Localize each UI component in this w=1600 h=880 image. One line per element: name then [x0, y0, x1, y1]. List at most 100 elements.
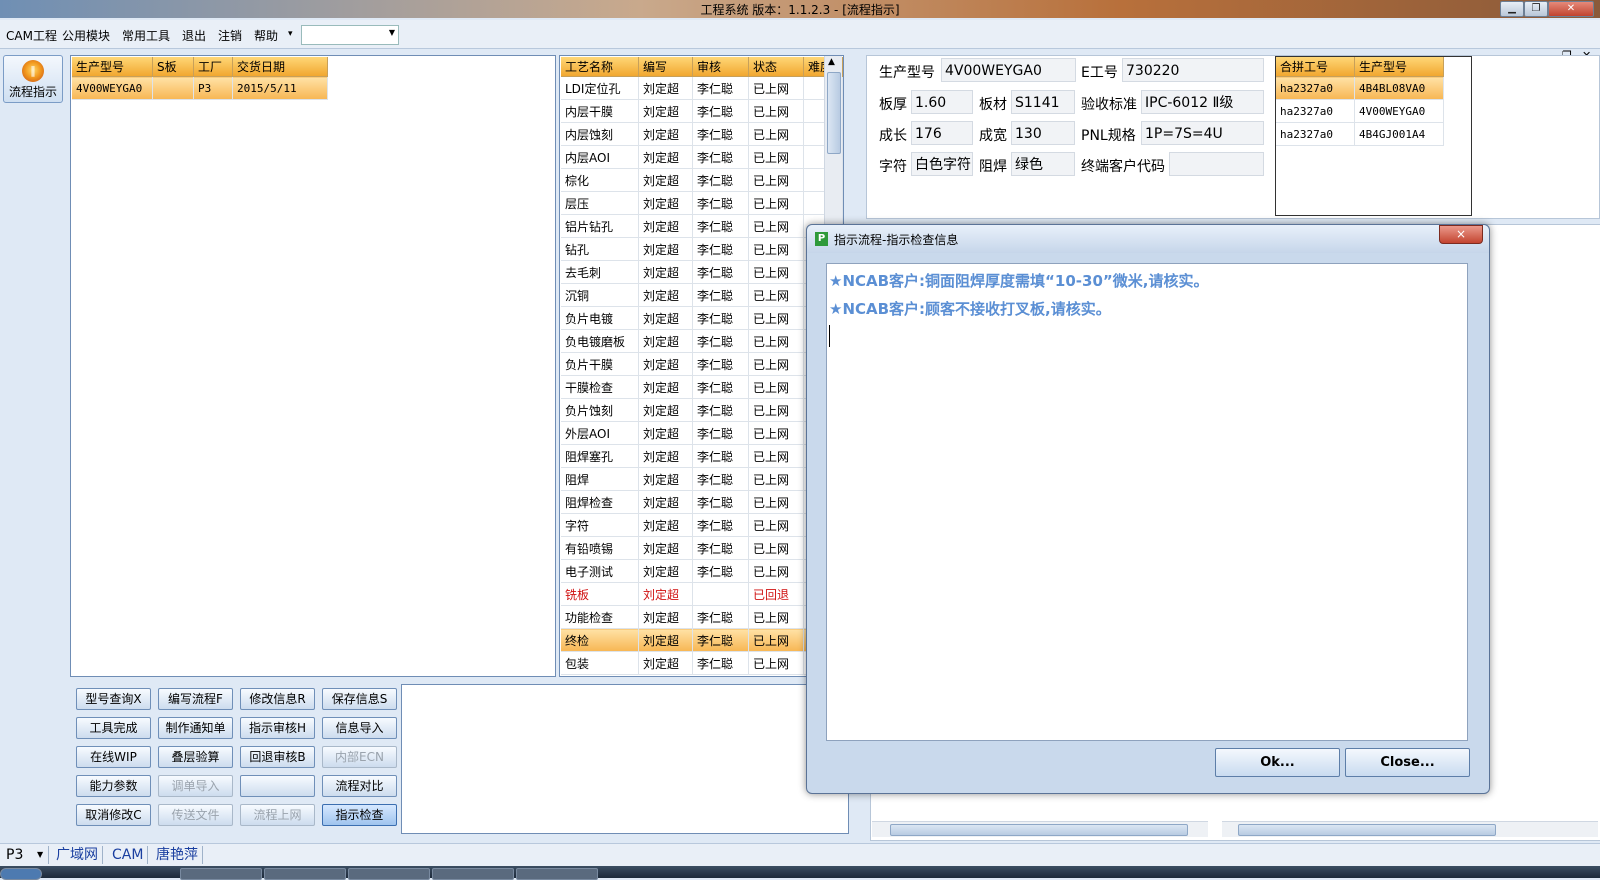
- minimize-icon[interactable]: ▁: [1500, 1, 1524, 17]
- process-row[interactable]: 负电镀磨板 刘定超 李仁聪 已上网: [561, 329, 843, 353]
- process-col-name[interactable]: 工艺名称: [561, 57, 639, 77]
- action-button[interactable]: 型号查询X: [76, 688, 151, 710]
- order-col-delivery-date[interactable]: 交货日期: [232, 57, 328, 77]
- menu-exit[interactable]: 退出: [182, 27, 206, 44]
- standard-field[interactable]: IPC-6012 Ⅱ级: [1141, 90, 1264, 114]
- process-row[interactable]: 内层蚀刻 刘定超 李仁聪 已上网: [561, 122, 843, 146]
- order-col-factory[interactable]: 工厂: [193, 57, 233, 77]
- menu-help[interactable]: 帮助: [254, 27, 278, 44]
- process-row[interactable]: 沉铜 刘定超 李仁聪 已上网: [561, 283, 843, 307]
- process-row[interactable]: 功能检查 刘定超 李仁聪 已上网: [561, 605, 843, 629]
- combine-row[interactable]: ha2327a0 4B4BL08VA0: [1276, 76, 1444, 100]
- action-button[interactable]: 信息导入: [322, 717, 397, 739]
- process-col-status[interactable]: 状态: [748, 57, 804, 77]
- help-dropdown-icon[interactable]: ▾: [288, 29, 293, 39]
- process-row[interactable]: 负片蚀刻 刘定超 李仁聪 已上网: [561, 398, 843, 422]
- thickness-field[interactable]: 1.60: [911, 90, 973, 114]
- process-row[interactable]: 阻焊检查 刘定超 李仁聪 已上网: [561, 490, 843, 514]
- action-button[interactable]: 修改信息R: [240, 688, 315, 710]
- process-row[interactable]: 外层AOI 刘定超 李仁聪 已上网: [561, 421, 843, 445]
- action-button[interactable]: [240, 775, 315, 797]
- customer-field[interactable]: [1169, 152, 1264, 176]
- process-row[interactable]: 字符 刘定超 李仁聪 已上网: [561, 513, 843, 537]
- eno-field[interactable]: 730220: [1122, 58, 1264, 82]
- menu-common-module[interactable]: 公用模块: [62, 27, 110, 44]
- model-field[interactable]: 4V00WEYGA0: [941, 58, 1076, 82]
- action-button[interactable]: 保存信息S: [322, 688, 397, 710]
- char-field[interactable]: 白色字符: [911, 152, 973, 176]
- process-row[interactable]: 内层干膜 刘定超 李仁聪 已上网: [561, 99, 843, 123]
- action-button[interactable]: 取消修改C: [76, 804, 151, 826]
- action-button[interactable]: 内部ECN: [322, 746, 397, 768]
- action-button[interactable]: 传送文件: [158, 804, 233, 826]
- process-col-reviewer[interactable]: 审核: [692, 57, 749, 77]
- dialog-close-button[interactable]: ×: [1439, 225, 1483, 244]
- combine-row[interactable]: ha2327a0 4V00WEYGA0: [1276, 99, 1444, 123]
- process-row[interactable]: 阻焊塞孔 刘定超 李仁聪 已上网: [561, 444, 843, 468]
- order-col-model[interactable]: 生产型号: [72, 57, 153, 77]
- combine-row[interactable]: ha2327a0 4B4GJ001A4: [1276, 122, 1444, 146]
- mask-field[interactable]: 绿色: [1011, 152, 1075, 176]
- ok-button[interactable]: Ok...: [1215, 748, 1340, 777]
- scroll-thumb[interactable]: [890, 824, 1188, 836]
- taskbar-item[interactable]: [180, 868, 262, 880]
- action-button[interactable]: 指示检查: [322, 804, 397, 826]
- process-row[interactable]: 有铅喷锡 刘定超 李仁聪 已上网: [561, 536, 843, 560]
- process-row[interactable]: 层压 刘定超 李仁聪 已上网: [561, 191, 843, 215]
- process-row[interactable]: 钻孔 刘定超 李仁聪 已上网: [561, 237, 843, 261]
- material-field[interactable]: S1141: [1011, 90, 1075, 114]
- detail-hscrollbar-left[interactable]: [872, 821, 1208, 837]
- table-row[interactable]: 4V00WEYGA0 P3 2015/5/11: [72, 76, 328, 100]
- scroll-thumb[interactable]: [827, 72, 841, 154]
- action-button[interactable]: 制作通知单: [158, 717, 233, 739]
- check-message-textarea[interactable]: ★NCAB客户:铜面阻焊厚度需填“10-30”微米,请核实。 ★NCAB客户:顾…: [826, 263, 1468, 741]
- taskbar-item[interactable]: [264, 868, 346, 880]
- taskbar-item[interactable]: [348, 868, 430, 880]
- process-row[interactable]: 阻焊 刘定超 李仁聪 已上网: [561, 467, 843, 491]
- action-button[interactable]: 回退审核B: [240, 746, 315, 768]
- scroll-thumb[interactable]: [1238, 824, 1496, 836]
- action-button[interactable]: 能力参数: [76, 775, 151, 797]
- menu-common-tools[interactable]: 常用工具: [122, 27, 170, 44]
- action-button[interactable]: 指示审核H: [240, 717, 315, 739]
- process-row[interactable]: 终检 刘定超 李仁聪 已上网: [561, 628, 843, 652]
- taskbar-item[interactable]: [516, 868, 598, 880]
- scroll-up-icon[interactable]: ▲: [828, 57, 835, 67]
- combine-col-model[interactable]: 生产型号: [1354, 57, 1444, 77]
- combine-col-job[interactable]: 合拼工号: [1276, 57, 1355, 77]
- order-col-sboard[interactable]: S板: [152, 57, 194, 77]
- window-close-icon[interactable]: ✕: [1548, 1, 1594, 17]
- action-button[interactable]: 流程上网: [240, 804, 315, 826]
- process-row[interactable]: 包装 刘定超 李仁聪 已上网: [561, 651, 843, 675]
- action-button[interactable]: 工具完成: [76, 717, 151, 739]
- maximize-icon[interactable]: ❐: [1524, 1, 1548, 17]
- action-button[interactable]: 调单导入: [158, 775, 233, 797]
- action-button[interactable]: 在线WIP: [76, 746, 151, 768]
- process-row[interactable]: 去毛刺 刘定超 李仁聪 已上网: [561, 260, 843, 284]
- detail-hscrollbar-right[interactable]: [1222, 821, 1598, 837]
- pnl-field[interactable]: 1P=7S=4U: [1141, 121, 1264, 145]
- length-field[interactable]: 176: [911, 121, 973, 145]
- process-row[interactable]: 铝片钻孔 刘定超 李仁聪 已上网: [561, 214, 843, 238]
- process-row[interactable]: 内层AOI 刘定超 李仁聪 已上网: [561, 145, 843, 169]
- menu-logout[interactable]: 注销: [218, 27, 242, 44]
- action-button[interactable]: 编写流程F: [158, 688, 233, 710]
- menu-cam[interactable]: CAM工程: [6, 27, 57, 44]
- start-icon[interactable]: [0, 868, 42, 880]
- process-row[interactable]: 负片干膜 刘定超 李仁聪 已上网: [561, 352, 843, 376]
- process-row[interactable]: 干膜检查 刘定超 李仁聪 已上网: [561, 375, 843, 399]
- process-row[interactable]: 铣板 刘定超 已回退: [561, 582, 843, 606]
- menu-combo-box[interactable]: ▼: [301, 25, 399, 45]
- process-row[interactable]: LDI定位孔 刘定超 李仁聪 已上网: [561, 76, 843, 100]
- process-row[interactable]: 负片电镀 刘定超 李仁聪 已上网: [561, 306, 843, 330]
- process-row[interactable]: 电子测试 刘定超 李仁聪 已上网: [561, 559, 843, 583]
- close-button[interactable]: Close...: [1345, 748, 1470, 777]
- taskbar-item[interactable]: [432, 868, 514, 880]
- action-button[interactable]: 流程对比: [322, 775, 397, 797]
- action-button[interactable]: 叠层验算: [158, 746, 233, 768]
- width-field[interactable]: 130: [1011, 121, 1075, 145]
- flow-indicator-button[interactable]: ‖ 流程指示: [3, 55, 63, 103]
- chevron-down-icon[interactable]: ▼: [37, 850, 43, 859]
- process-col-writer[interactable]: 编写: [638, 57, 693, 77]
- process-row[interactable]: 棕化 刘定超 李仁聪 已上网: [561, 168, 843, 192]
